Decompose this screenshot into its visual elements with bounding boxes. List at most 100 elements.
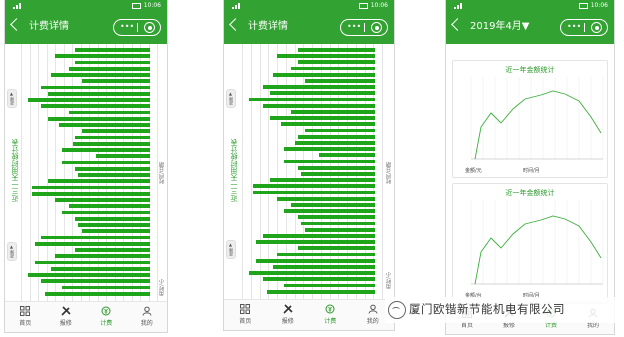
status-time: 10:06 bbox=[143, 2, 161, 9]
bar bbox=[291, 110, 375, 114]
bar bbox=[298, 60, 375, 65]
line-chart-1 bbox=[470, 77, 604, 160]
battery-icon bbox=[358, 2, 368, 9]
bar-row bbox=[21, 123, 157, 127]
close-target-icon[interactable] bbox=[591, 22, 602, 33]
coin-icon bbox=[309, 304, 352, 314]
back-icon[interactable] bbox=[451, 18, 464, 31]
filter-chip-bottom[interactable]: 故障▼ bbox=[7, 242, 17, 261]
bar-row bbox=[21, 185, 157, 190]
more-icon[interactable]: ••• bbox=[120, 23, 134, 31]
bar-row bbox=[242, 103, 382, 108]
filter-chip-bottom[interactable]: 故障▼ bbox=[226, 240, 236, 259]
bar-row bbox=[242, 184, 382, 189]
line-chart-card-1: 近一年金额统计 金额/元 时间/月 bbox=[452, 60, 608, 178]
miniprogram-capsule[interactable]: ••• bbox=[340, 19, 388, 36]
miniprogram-capsule[interactable]: ••• bbox=[560, 19, 608, 36]
bar-row bbox=[242, 178, 382, 183]
signal-icon bbox=[454, 3, 464, 9]
filter-chip-top[interactable]: 故障▼ bbox=[7, 89, 17, 108]
bar bbox=[95, 154, 151, 159]
tab-grid[interactable]: 首页 bbox=[5, 302, 46, 332]
bar-row bbox=[21, 79, 157, 84]
bar bbox=[298, 134, 375, 139]
bar bbox=[263, 234, 375, 238]
line-chart-card-2: 近一年金额统计 金额/台 时间/月 bbox=[452, 183, 608, 303]
back-icon[interactable] bbox=[10, 18, 23, 31]
tab-wrench[interactable]: 报修 bbox=[267, 300, 310, 330]
bar bbox=[78, 223, 151, 227]
bar bbox=[41, 235, 151, 240]
bar-row bbox=[21, 54, 157, 59]
bar-row bbox=[21, 110, 157, 115]
bar-row bbox=[21, 285, 157, 290]
coin-icon bbox=[86, 306, 127, 316]
bar-row bbox=[242, 85, 382, 90]
month-selector[interactable]: 2019年4月▼ bbox=[470, 17, 530, 32]
bar-row bbox=[21, 148, 157, 152]
filter-chip-top[interactable]: 故障▼ bbox=[226, 89, 236, 108]
tab-grid[interactable]: 首页 bbox=[224, 300, 267, 330]
chart-axis-label-bottom: 用时/小 bbox=[386, 272, 392, 289]
close-target-icon[interactable] bbox=[144, 22, 155, 33]
line-chart-xlabel: 时间/月 bbox=[523, 168, 540, 174]
bar-row bbox=[21, 273, 157, 277]
phone-screen-billing-1: 10:06 计费详情 ••• 近三一天用时统计表 故障▼ 故障▼ 时间/日期 用… bbox=[5, 0, 167, 332]
bar-row bbox=[242, 209, 382, 214]
back-icon[interactable] bbox=[229, 18, 242, 31]
tab-label: 计费 bbox=[100, 320, 113, 327]
bar bbox=[48, 179, 151, 184]
bar bbox=[291, 203, 375, 207]
bar-row bbox=[242, 122, 382, 127]
bar-row bbox=[21, 135, 157, 140]
bar-row bbox=[242, 110, 382, 114]
bar bbox=[45, 291, 151, 296]
bar-row bbox=[242, 271, 382, 276]
tab-coin[interactable]: 计费 bbox=[309, 300, 352, 330]
bar-row bbox=[242, 172, 382, 176]
bar bbox=[31, 191, 151, 196]
bar-row bbox=[21, 216, 157, 221]
bar bbox=[34, 260, 151, 265]
chart-axis-label-bottom: 用时/小 bbox=[159, 279, 165, 296]
miniprogram-capsule[interactable]: ••• bbox=[113, 19, 161, 36]
bar-row bbox=[242, 153, 382, 158]
more-icon[interactable]: ••• bbox=[567, 23, 581, 31]
tab-coin[interactable]: 计费 bbox=[86, 302, 127, 332]
bar-row bbox=[21, 104, 157, 109]
status-time: 10:06 bbox=[590, 2, 608, 9]
bar-row bbox=[242, 215, 382, 220]
bar bbox=[253, 190, 375, 195]
wrench-icon bbox=[46, 306, 87, 316]
bar bbox=[78, 173, 151, 177]
bar bbox=[27, 98, 151, 102]
bar-row bbox=[21, 154, 157, 159]
bar-row bbox=[242, 190, 382, 195]
bar bbox=[253, 184, 375, 189]
bar bbox=[277, 196, 375, 201]
close-target-icon[interactable] bbox=[371, 22, 382, 33]
grid-icon bbox=[5, 306, 46, 316]
watermark-text: 厦门欧锴新节能机电有限公司 bbox=[409, 302, 565, 316]
status-bar: 10:06 bbox=[131, 2, 161, 9]
tab-label: 计费 bbox=[324, 318, 337, 325]
page-title: 计费详情 bbox=[248, 21, 288, 32]
chart-side-title: 近三一天用时统计表 bbox=[230, 139, 238, 202]
bar bbox=[31, 185, 151, 190]
bar bbox=[249, 271, 375, 276]
bar-row bbox=[242, 141, 382, 145]
bar-row bbox=[21, 191, 157, 196]
bar-row bbox=[242, 66, 382, 71]
more-icon[interactable]: ••• bbox=[347, 23, 361, 31]
bar-row bbox=[242, 116, 382, 121]
bar bbox=[27, 273, 151, 277]
tab-user[interactable]: 我的 bbox=[127, 302, 168, 332]
page-title: 计费详情 bbox=[29, 21, 69, 32]
bar-row bbox=[21, 66, 157, 71]
line-chart-grid bbox=[470, 77, 604, 159]
bar bbox=[75, 166, 151, 171]
tab-wrench[interactable]: 报修 bbox=[46, 302, 87, 332]
bar bbox=[270, 116, 375, 121]
chart-axis-label-right: 时间/日期 bbox=[159, 162, 165, 184]
bar bbox=[263, 85, 375, 90]
